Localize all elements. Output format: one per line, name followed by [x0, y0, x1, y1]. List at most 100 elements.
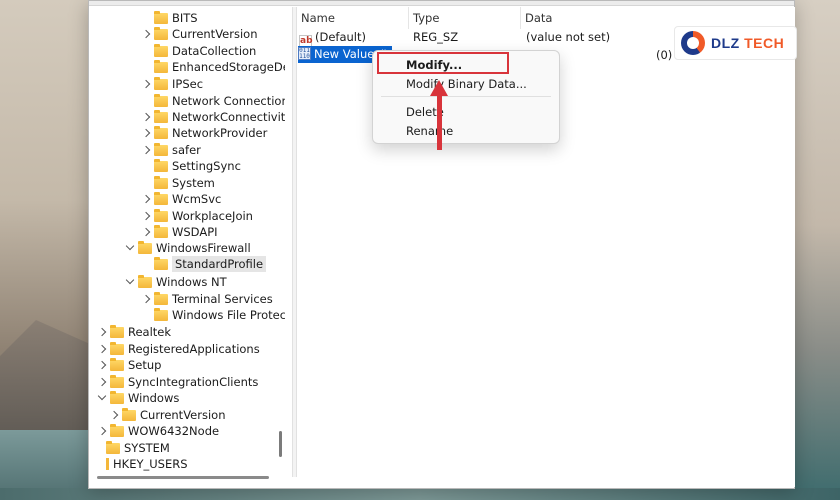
tree-item[interactable]: Windows File Protec: [141, 307, 285, 323]
registry-tree-pane[interactable]: BITS CurrentVersion DataCollection Enhanced…: [89, 7, 285, 471]
tree-item[interactable]: SettingSync: [141, 158, 241, 174]
tree-item[interactable]: HKEY_USERS: [93, 456, 188, 471]
tree-item[interactable]: System: [141, 175, 215, 191]
column-header-name[interactable]: Name: [297, 7, 409, 29]
tree-item-label: SettingSync: [172, 159, 241, 173]
desktop-wallpaper-bottom: [0, 488, 840, 500]
tree-item[interactable]: DataCollection: [141, 43, 256, 59]
tree-item[interactable]: CurrentVersion: [109, 407, 225, 423]
tree-item[interactable]: Realtek: [97, 324, 171, 340]
wallpaper-rock: [0, 320, 90, 440]
chevron-right-icon[interactable]: [97, 341, 107, 357]
folder-icon: [106, 440, 120, 454]
chevron-right-icon[interactable]: [97, 423, 107, 439]
chevron-right-icon[interactable]: [97, 357, 107, 373]
tree-item-label: IPSec: [172, 77, 204, 91]
chevron-down-icon[interactable]: [97, 390, 107, 406]
tree-item[interactable]: WOW6432Node: [97, 423, 219, 439]
folder-icon: [110, 324, 124, 338]
chevron-right-icon[interactable]: [141, 224, 151, 240]
folder-icon: [154, 158, 168, 172]
tree-item[interactable]: WindowsFirewall: [125, 240, 251, 256]
tree-item[interactable]: WSDAPI: [141, 224, 218, 240]
annotation-highlight-box: [377, 52, 509, 74]
tree-item[interactable]: BITS: [141, 10, 198, 26]
tree-vertical-scrollbar-thumb[interactable]: [279, 431, 282, 457]
tree-item[interactable]: SYSTEM: [93, 440, 170, 456]
desktop-wallpaper-left: [0, 0, 90, 500]
logo-mark-icon: [681, 31, 705, 55]
desktop-wallpaper-right: [794, 0, 840, 500]
folder-icon: [122, 407, 136, 421]
folder-icon: [154, 76, 168, 90]
tree-item[interactable]: Terminal Services: [141, 291, 273, 307]
tree-item[interactable]: IPSec: [141, 76, 203, 92]
tree-item[interactable]: Network Connection: [141, 93, 285, 109]
chevron-right-icon[interactable]: [97, 324, 107, 340]
chevron-right-icon[interactable]: [141, 142, 151, 158]
tree-item-label: NetworkProvider: [172, 126, 268, 140]
folder-icon: [154, 125, 168, 139]
tree-item-label: Setup: [128, 358, 162, 372]
tree-item-label: Windows File Protec: [172, 308, 285, 322]
tree-item[interactable]: NetworkProvider: [141, 125, 267, 141]
value-data: (0): [656, 48, 673, 62]
tree-item-label: DataCollection: [172, 44, 257, 58]
chevron-right-icon[interactable]: [141, 125, 151, 141]
folder-icon: [154, 208, 168, 222]
tree-item[interactable]: RegisteredApplications: [97, 341, 260, 357]
menu-item-modify-binary-data[interactable]: Modify Binary Data...: [406, 75, 527, 93]
tree-item[interactable]: WorkplaceJoin: [141, 208, 253, 224]
chevron-down-icon[interactable]: [125, 240, 135, 256]
tree-item[interactable]: Setup: [97, 357, 161, 373]
tree-item[interactable]: EnhancedStorageDe: [141, 59, 285, 75]
chevron-right-icon[interactable]: [141, 208, 151, 224]
binary-value-icon: 011 110: [298, 47, 311, 60]
value-row-default[interactable]: ab (Default): [299, 29, 366, 48]
hive-icon: [106, 458, 109, 470]
tree-item-label: WOW6432Node: [128, 424, 220, 438]
folder-icon: [138, 274, 152, 288]
value-name: (Default): [315, 30, 366, 44]
tree-item-label: SyncIntegrationClients: [128, 375, 259, 389]
chevron-right-icon[interactable]: [141, 291, 151, 307]
column-header-data[interactable]: Data: [521, 7, 681, 29]
folder-icon: [154, 256, 168, 270]
tree-item[interactable]: Windows: [97, 390, 179, 406]
tree-item[interactable]: NetworkConnectivity: [141, 109, 285, 125]
folder-icon: [110, 390, 124, 404]
tree-horizontal-scrollbar-thumb[interactable]: [97, 476, 269, 479]
folder-icon: [154, 224, 168, 238]
chevron-right-icon[interactable]: [141, 76, 151, 92]
tree-item-label: CurrentVersion: [140, 408, 226, 422]
tree-item[interactable]: Windows NT: [125, 274, 227, 290]
tree-item-label: EnhancedStorageDe: [172, 60, 285, 74]
tree-item-label: BITS: [172, 11, 198, 25]
tree-item-label: Realtek: [128, 325, 172, 339]
menu-item-rename[interactable]: Rename: [406, 122, 453, 140]
folder-icon: [154, 142, 168, 156]
chevron-right-icon[interactable]: [97, 374, 107, 390]
column-header-type[interactable]: Type: [409, 7, 521, 29]
tree-item[interactable]: StandardProfile: [141, 256, 267, 272]
tree-item-label: HKEY_USERS: [113, 457, 188, 471]
folder-icon: [154, 307, 168, 321]
chevron-right-icon[interactable]: [109, 407, 119, 423]
logo-text: DLZ TECH: [711, 35, 785, 51]
chevron-right-icon[interactable]: [141, 109, 151, 125]
tree-item[interactable]: SyncIntegrationClients: [97, 374, 258, 390]
chevron-right-icon[interactable]: [141, 26, 151, 42]
tree-item[interactable]: WcmSvc: [141, 191, 221, 207]
tree-item[interactable]: safer: [141, 142, 201, 158]
tree-item[interactable]: CurrentVersion: [141, 26, 257, 42]
chevron-right-icon[interactable]: [141, 191, 151, 207]
tree-item-label: Terminal Services: [172, 292, 273, 306]
folder-icon: [154, 109, 168, 123]
chevron-down-icon[interactable]: [125, 274, 135, 290]
